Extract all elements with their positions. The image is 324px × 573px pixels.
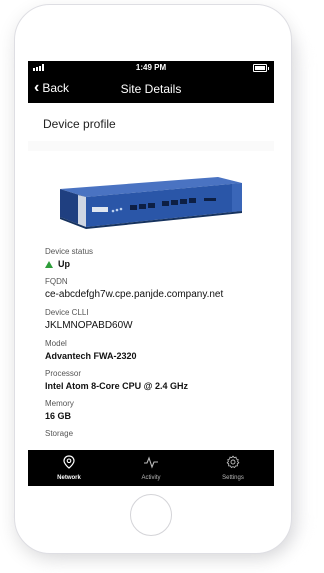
tab-settings-label: Settings	[222, 475, 244, 481]
storage-label: Storage	[45, 429, 74, 438]
memory-value: 16 GB	[45, 411, 72, 421]
triangle-up-icon	[45, 260, 53, 268]
tab-bar: Network Activity Settings	[28, 450, 274, 486]
home-button[interactable]	[130, 494, 172, 536]
page-title: Site Details	[120, 82, 182, 96]
section-title: Device profile	[43, 117, 116, 131]
tab-network-label: Network	[57, 475, 81, 481]
device-status-row: Up	[45, 259, 265, 269]
device-status-label: Device status	[45, 247, 94, 256]
clli-value: JKLMNOPABD60W	[45, 320, 133, 331]
gear-icon	[226, 455, 240, 469]
device-image	[60, 177, 242, 229]
model-label: Model	[45, 339, 67, 348]
fqdn-label: FQDN	[45, 277, 68, 286]
clli-label: Device CLLI	[45, 308, 89, 317]
processor-label: Processor	[45, 369, 82, 378]
location-pin-icon	[63, 455, 75, 469]
model-value: Advantech FWA-2320	[45, 351, 137, 361]
status-time: 1:49 PM	[135, 63, 167, 72]
battery-icon	[253, 64, 269, 72]
memory-label: Memory	[45, 399, 74, 408]
tab-activity[interactable]: Activity	[110, 450, 192, 486]
section-divider	[28, 141, 274, 151]
phone-screen: 1:49 PM ‹ Back Site Details Device profi…	[28, 61, 274, 486]
device-details: Device status Up FQDN ce-abcdefgh7w.cpe.…	[45, 239, 265, 438]
tab-network[interactable]: Network	[28, 450, 110, 486]
pulse-icon	[144, 456, 158, 469]
fqdn-value: ce-abcdefgh7w.cpe.panjde.company.net	[45, 289, 224, 300]
navigation-bar: ‹ Back Site Details	[28, 75, 274, 103]
tab-activity-label: Activity	[141, 475, 161, 481]
processor-value: Intel Atom 8-Core CPU @ 2.4 GHz	[45, 381, 188, 391]
tab-settings[interactable]: Settings	[192, 450, 274, 486]
section-header: Device profile	[28, 103, 274, 142]
device-status-value: Up	[58, 259, 70, 269]
status-bar: 1:49 PM	[28, 61, 274, 75]
